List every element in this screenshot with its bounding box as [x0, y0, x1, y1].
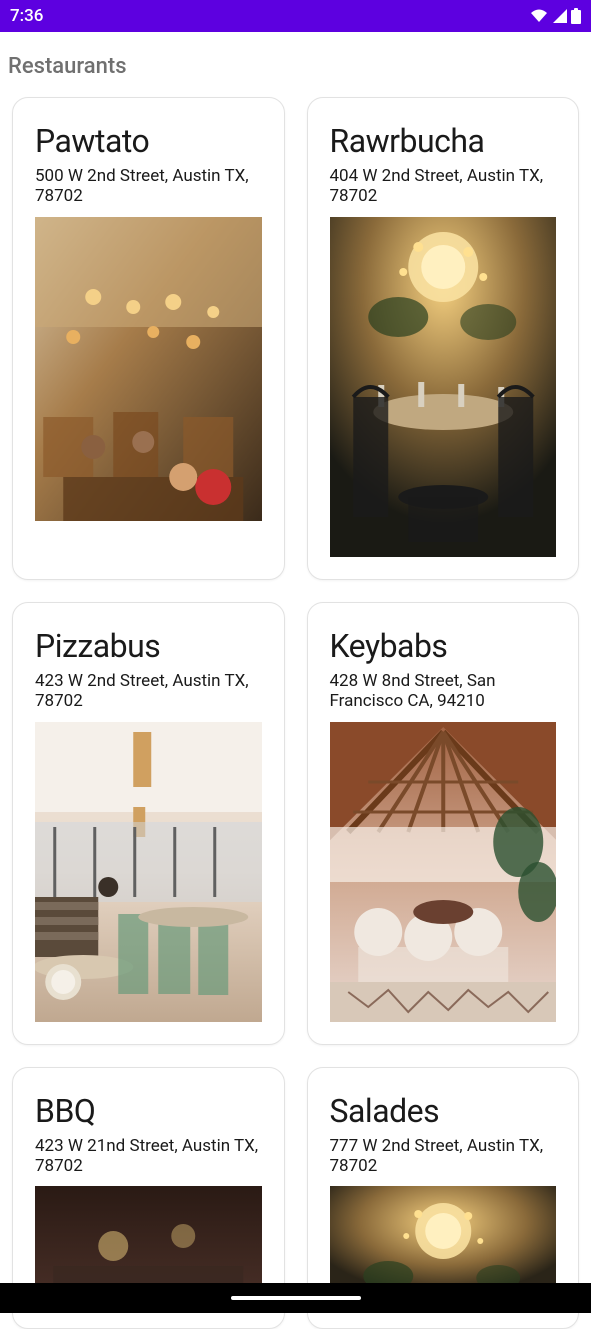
restaurant-image: [330, 722, 557, 1022]
status-time: 7:36: [10, 6, 43, 26]
restaurant-address: 404 W 2nd Street, Austin TX, 78702: [330, 166, 557, 207]
restaurant-image: [35, 722, 262, 1022]
status-bar: 7:36: [0, 0, 591, 32]
page-title: Restaurants: [0, 32, 591, 97]
restaurant-name: Salades: [330, 1092, 557, 1130]
restaurant-grid: Pawtato 500 W 2nd Street, Austin TX, 787…: [0, 97, 591, 1329]
restaurant-address: 423 W 21nd Street, Austin TX, 78702: [35, 1136, 262, 1177]
restaurant-card[interactable]: Keybabs 428 W 8nd Street, San Francisco …: [307, 602, 580, 1045]
nav-handle[interactable]: [231, 1296, 361, 1300]
restaurant-image: [35, 217, 262, 521]
restaurant-name: Keybabs: [330, 627, 557, 665]
restaurant-address: 423 W 2nd Street, Austin TX, 78702: [35, 671, 262, 712]
restaurant-address: 428 W 8nd Street, San Francisco CA, 9421…: [330, 671, 557, 712]
restaurant-card[interactable]: Rawrbucha 404 W 2nd Street, Austin TX, 7…: [307, 97, 580, 580]
status-icons: [529, 8, 581, 24]
android-nav-bar: [0, 1283, 591, 1313]
restaurant-name: Pizzabus: [35, 627, 262, 665]
restaurant-image: [330, 217, 557, 557]
restaurant-name: Rawrbucha: [330, 122, 557, 160]
restaurant-card[interactable]: Pizzabus 423 W 2nd Street, Austin TX, 78…: [12, 602, 285, 1045]
restaurant-name: Pawtato: [35, 122, 262, 160]
restaurant-address: 777 W 2nd Street, Austin TX, 78702: [330, 1136, 557, 1177]
restaurant-card[interactable]: Pawtato 500 W 2nd Street, Austin TX, 787…: [12, 97, 285, 580]
signal-icon: [552, 8, 568, 24]
restaurant-name: BBQ: [35, 1092, 262, 1130]
restaurant-address: 500 W 2nd Street, Austin TX, 78702: [35, 166, 262, 207]
battery-icon: [571, 8, 581, 24]
wifi-icon: [529, 8, 549, 24]
